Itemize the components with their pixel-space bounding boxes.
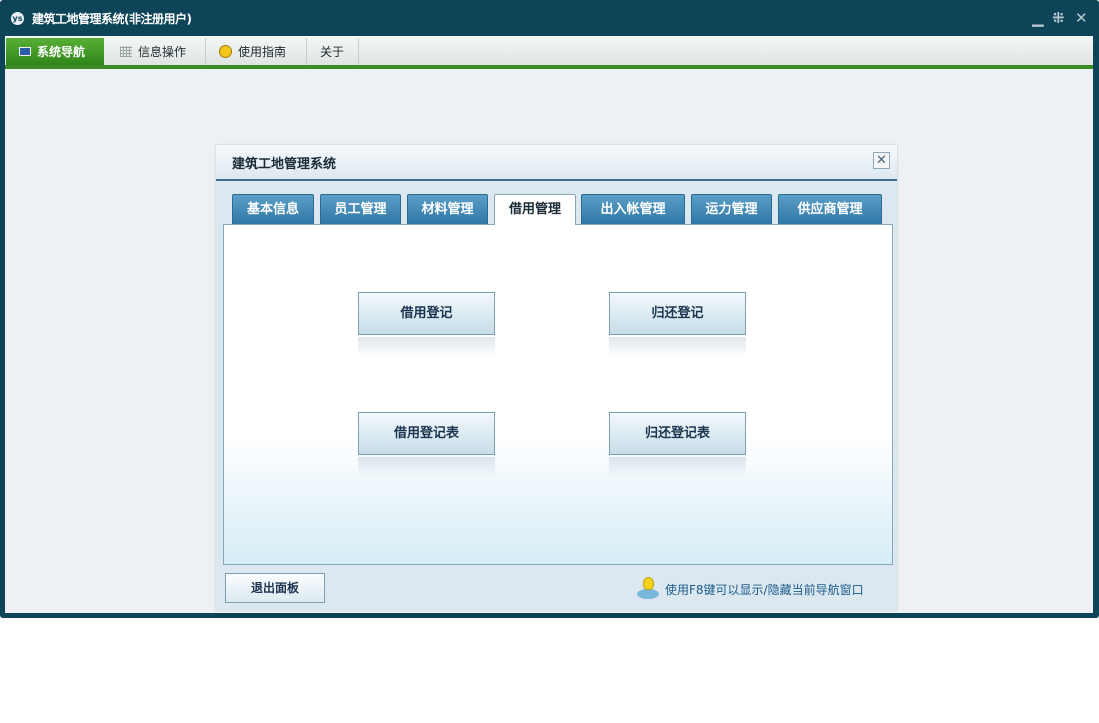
tab-borrowing[interactable]: 借用管理	[494, 194, 576, 225]
return-register-table-button[interactable]: 归还登记表	[609, 412, 746, 455]
bulb-icon	[219, 45, 232, 58]
button-reflection	[358, 337, 495, 357]
menu-item-info-ops[interactable]: 信息操作	[105, 38, 206, 65]
menu-item-label: 信息操作	[138, 45, 187, 59]
menu-bar: 系统导航 信息操作 使用指南 关于	[5, 36, 1093, 69]
tab-staff[interactable]: 员工管理	[320, 194, 401, 224]
monitor-icon	[19, 47, 31, 56]
menu-item-label: 系统导航	[37, 45, 86, 59]
hint: 使用F8键可以显示/隐藏当前导航窗口	[637, 577, 864, 601]
panel-header[interactable]: 建筑工地管理系统 ✕	[216, 145, 897, 181]
hint-text: 使用F8键可以显示/隐藏当前导航窗口	[665, 582, 864, 597]
restore-icon[interactable]: ⁜	[1052, 9, 1065, 27]
tab-transport[interactable]: 运力管理	[691, 194, 772, 224]
minimize-icon[interactable]: ▁	[1032, 9, 1044, 27]
menu-item-label: 关于	[320, 45, 345, 59]
title-bar[interactable]: ys 建筑工地管理系统(非注册用户) ▁ ⁜ ✕	[0, 0, 1099, 36]
tab-materials[interactable]: 材料管理	[407, 194, 488, 224]
tab-suppliers[interactable]: 供应商管理	[778, 194, 882, 224]
grid-icon	[120, 46, 132, 57]
button-reflection	[609, 457, 746, 477]
button-reflection	[609, 337, 746, 357]
exit-panel-button[interactable]: 退出面板	[225, 573, 325, 603]
button-reflection	[358, 457, 495, 477]
close-icon[interactable]: ✕	[1075, 9, 1088, 27]
window-title: 建筑工地管理系统(非注册用户)	[32, 12, 192, 26]
menu-item-system-nav[interactable]: 系统导航	[6, 38, 104, 65]
return-register-button[interactable]: 归还登记	[609, 292, 746, 335]
borrow-register-table-button[interactable]: 借用登记表	[358, 412, 495, 455]
tab-content: 借用登记 归还登记 借用登记表 归还登记表	[223, 224, 893, 565]
tab-accounts[interactable]: 出入帐管理	[581, 194, 685, 224]
navigation-panel: 建筑工地管理系统 ✕ 基本信息 员工管理 材料管理 借用管理 出入帐管理 运力管…	[216, 145, 897, 610]
borrow-register-button[interactable]: 借用登记	[358, 292, 495, 335]
panel-close-icon[interactable]: ✕	[873, 152, 890, 169]
menu-item-label: 使用指南	[238, 45, 287, 59]
lightbulb-icon	[637, 577, 659, 601]
menu-item-guide[interactable]: 使用指南	[207, 38, 307, 65]
app-logo-icon: ys	[11, 12, 24, 25]
menu-item-about[interactable]: 关于	[308, 38, 359, 65]
panel-title: 建筑工地管理系统	[232, 157, 337, 172]
tab-basic-info[interactable]: 基本信息	[232, 194, 314, 224]
